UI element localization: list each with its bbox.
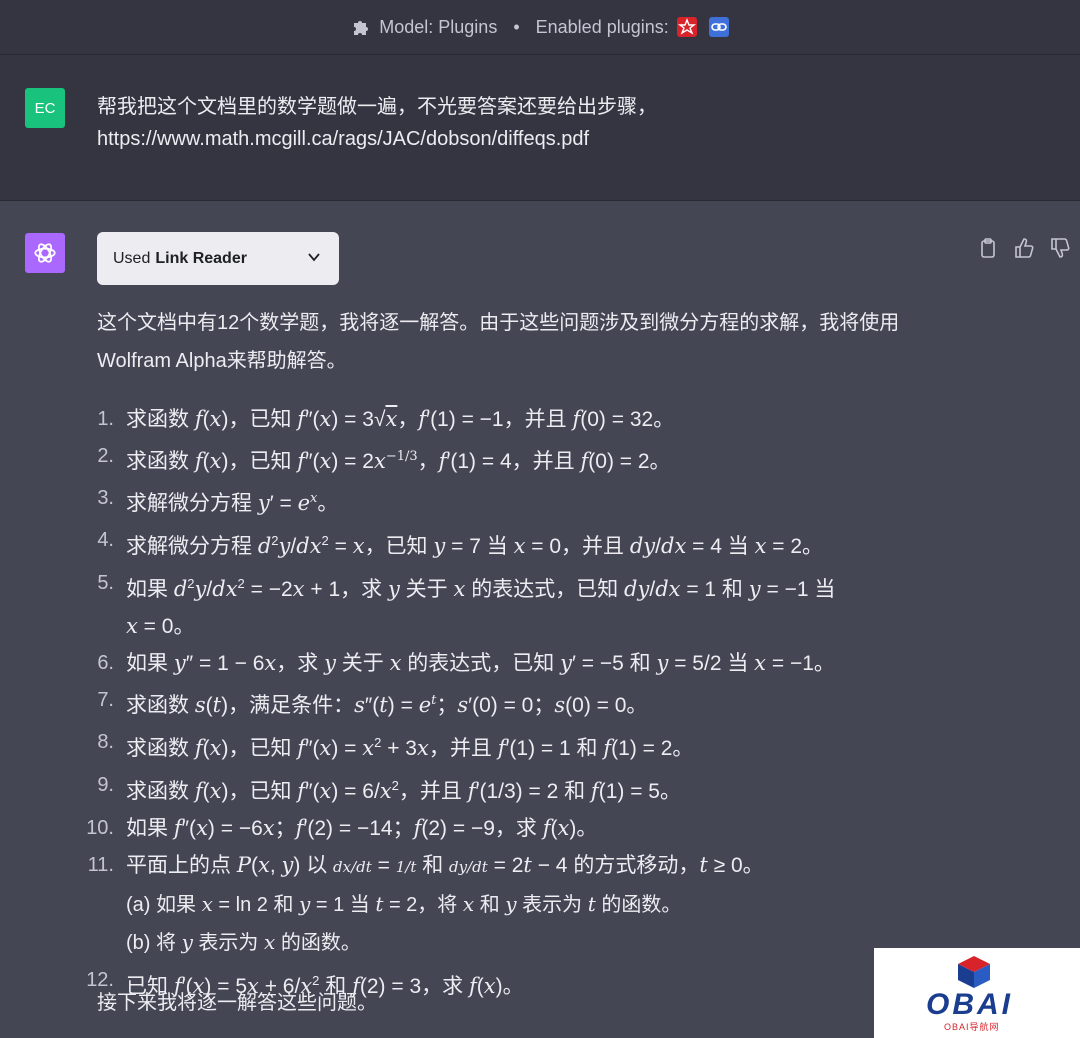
model-label: Model: Plugins <box>379 16 498 37</box>
plugin-used-dropdown[interactable]: Used Link Reader <box>97 232 339 285</box>
puzzle-icon <box>354 21 369 35</box>
list-item: 8. 求函数 f(x)，已知 f″(x) = x2 + 3x，并且 f′(1) =… <box>97 731 694 760</box>
thumbs-down-icon[interactable] <box>1050 237 1070 259</box>
watermark-brand: OBAI <box>926 988 1013 1021</box>
question-list: 1. 求函数 f(x)，已知 f″(x) = 3√x，f′(1) = −1，并且 … <box>80 401 1000 1005</box>
user-message-line: 帮我把这个文档里的数学题做一遍，不光要答案还要给出步骤， <box>97 96 657 118</box>
watermark-sub: OBAI导航网 <box>944 1022 1000 1032</box>
cube-logo-icon <box>958 956 990 988</box>
plugin-used-name: Link Reader <box>155 249 247 267</box>
plugin-used-prefix: Used <box>113 249 151 267</box>
assistant-outro: 接下来我将逐一解答这些问题。 <box>97 992 377 1014</box>
obai-watermark: OBAI OBAI导航网 <box>874 948 1080 1038</box>
user-avatar: EC <box>25 88 65 128</box>
list-item: 3. 求解微分方程 y′ = ex。 <box>97 487 339 515</box>
assistant-intro: 这个文档中有12个数学题，我将逐一解答。由于这些问题涉及到微分方程的求解，我将使… <box>97 304 957 380</box>
link-reader-icon <box>708 17 729 37</box>
list-item: 6. 如果 y″ = 1 − 6x，求 y 关于 x 的表达式，已知 y′ = −… <box>97 651 835 675</box>
list-item-subpart: (b) 将 y 表示为 x 的函数。 <box>126 930 361 954</box>
list-item: 4. 求解微分方程 d2y/dx2 = x，已知 y = 7 当 x = 0，并且… <box>97 529 824 558</box>
user-message-link[interactable]: https://www.math.mcgill.ca/rags/JAC/dobs… <box>97 123 997 155</box>
thumbs-up-icon[interactable] <box>1014 237 1034 259</box>
copy-icon[interactable] <box>978 237 998 259</box>
wolfram-alpha-icon <box>676 17 697 37</box>
list-item-subpart: (a) 如果 x = ln 2 和 y = 1 当 t = 2，将 x 和 y … <box>126 892 682 916</box>
list-item: 11. 平面上的点 P(x, y) 以 dx/dt = 1/t 和 dy/dt =… <box>87 853 764 877</box>
list-item: 9. 求函数 f(x)，已知 f″(x) = 6/x2，并且 f′(1/3) = … <box>97 774 681 803</box>
chevron-down-icon <box>308 253 320 262</box>
intro-line: 这个文档中有12个数学题，我将逐一解答。由于这些问题涉及到微分方程的求解，我将使… <box>97 312 900 334</box>
user-message: 帮我把这个文档里的数学题做一遍，不光要答案还要给出步骤， https://www… <box>97 91 997 155</box>
list-item: 5. 如果 d2y/dx2 = −2x + 1，求 y 关于 x 的表达式，已知 … <box>97 572 836 638</box>
user-message-row: EC 帮我把这个文档里的数学题做一遍，不光要答案还要给出步骤， https://… <box>0 55 1080 201</box>
list-item: 1. 求函数 f(x)，已知 f″(x) = 3√x，f′(1) = −1，并且 … <box>97 407 675 431</box>
list-item: 2. 求函数 f(x)，已知 f″(x) = 2x−1/3，f′(1) = 4，并… <box>97 445 671 473</box>
openai-logo-icon <box>25 233 65 273</box>
message-actions <box>978 237 1070 259</box>
separator: • <box>513 16 520 37</box>
list-item: 10. 如果 f″(x) = −6x；f′(2) = −14；f(2) = −9，… <box>86 816 598 840</box>
intro-line: Wolfram Alpha来帮助解答。 <box>97 350 347 372</box>
assistant-message-row: Used Link Reader 这个文档中有12个数学题，我将逐一解答。由于这… <box>0 201 1080 1038</box>
enabled-plugins-label: Enabled plugins: <box>535 16 669 37</box>
list-item: 7. 求函数 s(t)，满足条件：s″(t) = et；s′(0) = 0；s(0… <box>97 689 648 717</box>
model-bar: Model: Plugins • Enabled plugins: <box>0 0 1080 55</box>
